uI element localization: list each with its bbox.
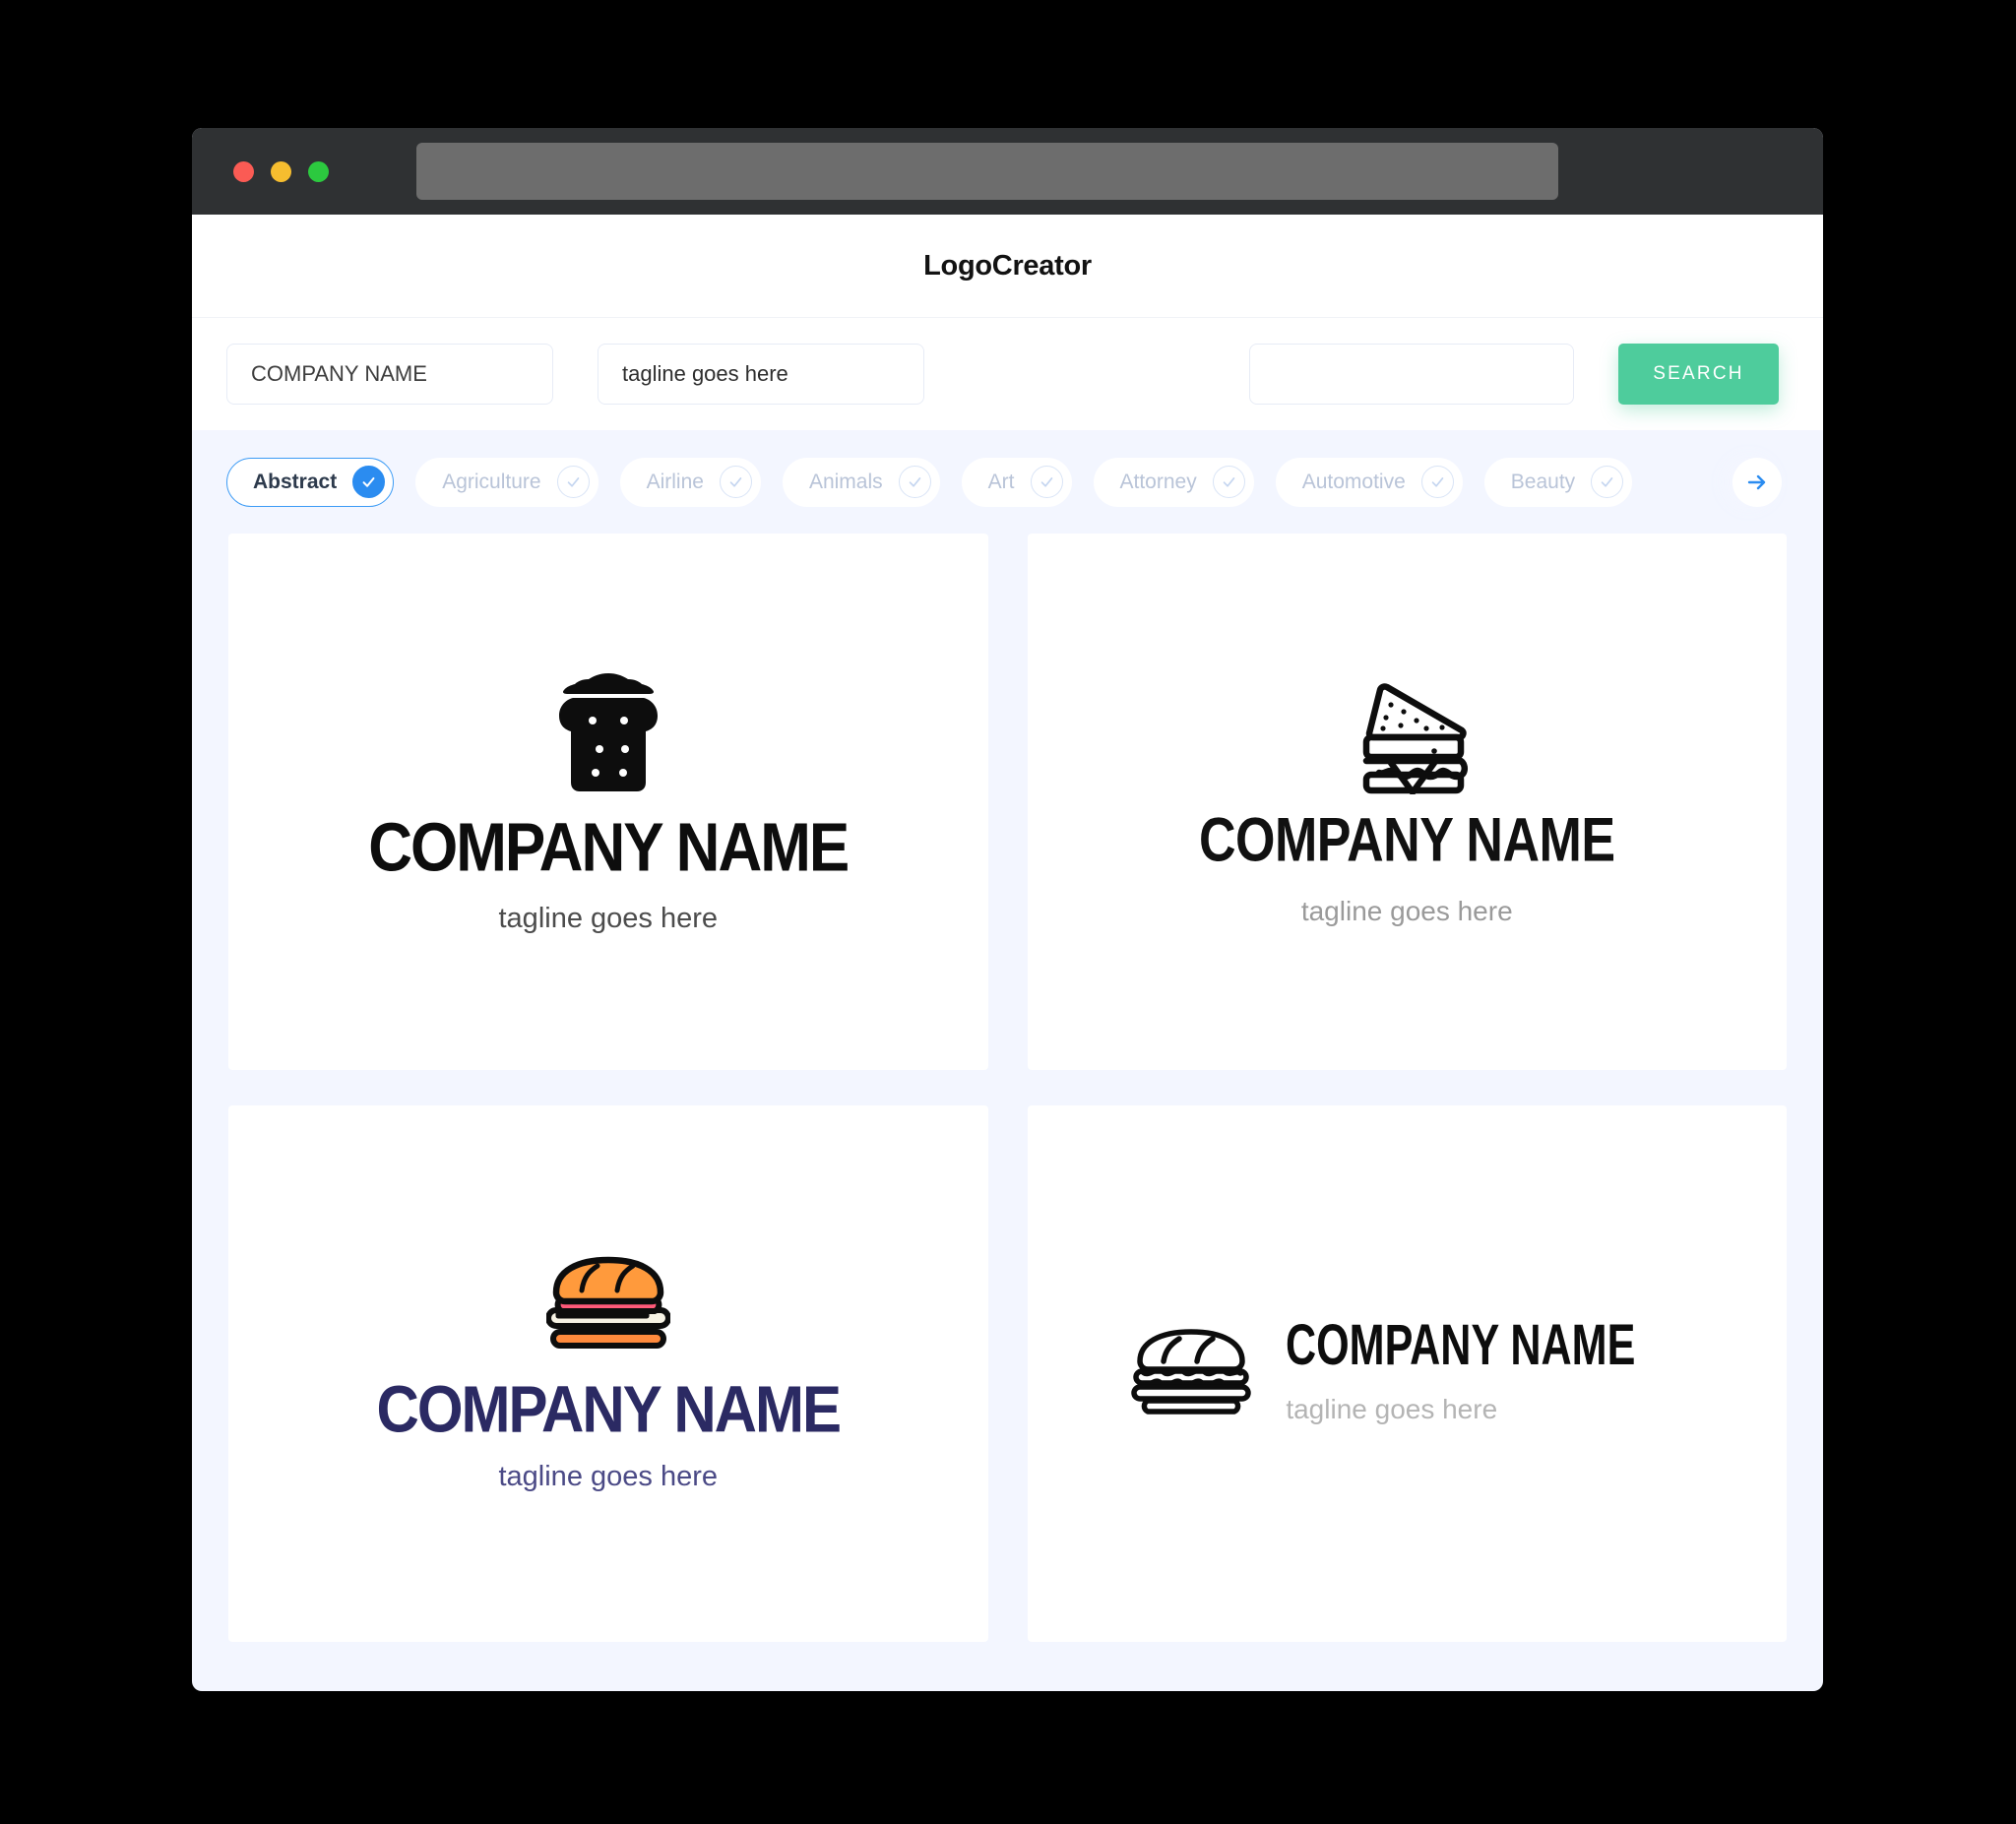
logo-tagline: tagline goes here (498, 902, 719, 934)
browser-window: LogoCreator SEARCH Abstract Agriculture Ai… (192, 128, 1823, 1691)
maximize-window-icon[interactable] (308, 160, 329, 182)
logo-tagline: tagline goes here (498, 1460, 718, 1492)
search-toolbar: SEARCH (192, 317, 1823, 430)
category-chip-label: Airline (646, 470, 704, 493)
bread-loaf-icon (549, 669, 667, 800)
browser-titlebar (192, 128, 1823, 215)
category-chip-attorney[interactable]: Attorney (1093, 457, 1254, 507)
logo-preview: COMPANY NAME tagline goes here (368, 669, 850, 935)
logo-company-name: COMPANY NAME (368, 809, 850, 886)
company-name-input[interactable] (226, 344, 553, 405)
logo-results-grid: COMPANY NAME tagline goes here COMPANY N… (192, 534, 1823, 1681)
check-icon (352, 466, 386, 498)
close-window-icon[interactable] (233, 160, 254, 182)
sub-sandwich-outline-icon (1130, 1326, 1252, 1421)
logo-text-block: COMPANY NAME tagline goes here (1286, 1317, 1683, 1425)
logo-preview: COMPANY NAME tagline goes here (376, 1255, 842, 1493)
logo-company-name: COMPANY NAME (1198, 805, 1615, 876)
search-button[interactable]: SEARCH (1618, 344, 1779, 405)
category-chip-beauty[interactable]: Beauty (1483, 457, 1633, 507)
category-chip-agriculture[interactable]: Agriculture (415, 457, 598, 507)
page-title: LogoCreator (923, 249, 1092, 282)
keyword-input[interactable] (1249, 344, 1574, 405)
category-chip-label: Art (987, 470, 1015, 493)
category-chip-animals[interactable]: Animals (782, 457, 940, 507)
logo-company-name: COMPANY NAME (1286, 1313, 1636, 1378)
category-chip-label: Agriculture (442, 470, 541, 493)
check-icon (556, 466, 590, 498)
logo-card[interactable]: COMPANY NAME tagline goes here (228, 534, 988, 1070)
logo-card[interactable]: COMPANY NAME tagline goes here (1027, 534, 1787, 1070)
logo-tagline: tagline goes here (1286, 1394, 1498, 1424)
sub-sandwich-color-icon (544, 1255, 671, 1354)
category-chip-label: Beauty (1510, 470, 1576, 493)
categories-next-button[interactable] (1732, 457, 1782, 507)
window-controls (233, 160, 329, 182)
category-chip-label: Abstract (253, 470, 338, 493)
category-filter-bar: Abstract Agriculture Airline Animals Art Atto… (192, 430, 1823, 534)
minimize-window-icon[interactable] (271, 160, 291, 182)
url-bar[interactable] (416, 143, 1558, 200)
logo-tagline: tagline goes here (1300, 896, 1513, 926)
category-chip-label: Animals (808, 470, 883, 493)
category-chip-label: Attorney (1119, 470, 1197, 493)
triangle-sandwich-icon (1340, 676, 1474, 799)
logo-card[interactable]: COMPANY NAME tagline goes here (228, 1105, 988, 1642)
category-chip-list: Abstract Agriculture Airline Animals Art Atto… (226, 457, 1654, 507)
category-chip-label: Automotive (1301, 470, 1406, 493)
category-chip-automotive[interactable]: Automotive (1275, 457, 1463, 507)
category-chip-art[interactable]: Art (961, 457, 1072, 507)
logo-card[interactable]: COMPANY NAME tagline goes here (1027, 1105, 1787, 1642)
logo-preview: COMPANY NAME tagline goes here (1199, 676, 1615, 927)
category-chip-airline[interactable]: Airline (619, 457, 761, 507)
check-icon (1212, 466, 1245, 498)
site-header: LogoCreator (192, 215, 1823, 317)
logo-company-name: COMPANY NAME (376, 1371, 842, 1446)
arrow-right-icon (1747, 474, 1766, 489)
check-icon (898, 466, 931, 498)
logo-preview: COMPANY NAME tagline goes here (1130, 1317, 1683, 1425)
category-chip-abstract[interactable]: Abstract (226, 457, 395, 507)
check-icon (1030, 466, 1063, 498)
check-icon (1420, 466, 1454, 498)
check-icon (719, 466, 752, 498)
check-icon (1591, 466, 1624, 498)
tagline-input[interactable] (598, 344, 924, 405)
